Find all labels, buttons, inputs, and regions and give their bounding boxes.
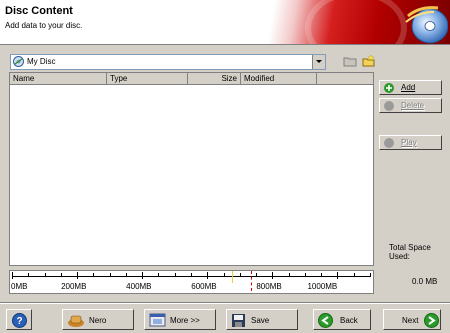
meter-major-tick [272, 272, 274, 279]
nero-icon [68, 315, 84, 327]
floppy-disk-icon [232, 314, 245, 327]
meter-minor-tick [191, 273, 192, 277]
add-label: Add [401, 83, 416, 92]
page-subtitle: Add data to your disc. [5, 21, 83, 30]
help-glyph: ? [16, 316, 22, 327]
meter-minor-tick [304, 273, 306, 277]
next-button[interactable]: Next [383, 309, 441, 330]
disc-logo-icon [405, 6, 448, 44]
add-button[interactable]: Add [379, 80, 442, 95]
delete-label: Delete [401, 101, 425, 110]
nero-button[interactable]: Nero [62, 309, 134, 330]
meter-minor-tick [93, 273, 95, 277]
delete-button[interactable]: Delete [379, 98, 442, 113]
meter-minor-tick [125, 273, 127, 277]
meter-tick-label: 600MB [191, 282, 217, 291]
meter-minor-tick [353, 273, 355, 277]
meter-tick-label: 0MB [11, 282, 28, 291]
meter-minor-tick [28, 273, 30, 277]
meter-major-tick [77, 272, 79, 279]
meter-major-tick [142, 272, 144, 279]
meter-minor-tick [60, 273, 62, 277]
play-label: Play [401, 138, 417, 147]
save-button[interactable]: Save [226, 309, 298, 330]
location-dropdown-button[interactable] [312, 55, 325, 69]
save-label: Save [251, 316, 270, 325]
column-modified[interactable]: Modified [241, 73, 317, 84]
help-icon: ? [12, 313, 27, 328]
banner-swirl [305, 0, 407, 44]
meter-major-tick [207, 272, 209, 279]
meter-marker-warning [232, 271, 233, 283]
back-arrow-icon [318, 313, 333, 328]
next-arrow-icon [424, 313, 439, 328]
meter-minor-tick [288, 273, 290, 277]
location-dropdown[interactable]: My Disc [10, 54, 326, 70]
nero-label: Nero [89, 316, 107, 325]
page-title: Disc Content [5, 5, 73, 17]
disc-drive-icon [13, 56, 24, 67]
minus-icon [384, 101, 394, 111]
folder-up-icon[interactable] [343, 54, 357, 68]
meter-tick-label: 200MB [61, 282, 87, 291]
wizard-header: Disc Content Add data to your disc. [0, 0, 450, 44]
new-folder-icon[interactable] [362, 54, 376, 68]
meter-minor-tick [174, 273, 176, 277]
meter-tick-label: 800MB [256, 282, 282, 291]
list-header: Name Type Size Modified [10, 73, 373, 85]
meter-minor-tick [109, 273, 111, 277]
more-label: More >> [170, 316, 200, 325]
meter-minor-tick [223, 273, 225, 277]
footer-separator-highlight [0, 303, 450, 304]
meter-minor-tick [44, 273, 46, 277]
capacity-meter: 0MB 200MB 400MB 600MB 800MB 1000MB [9, 270, 374, 294]
meter-minor-tick [370, 273, 371, 277]
location-value: My Disc [27, 57, 56, 66]
plus-icon [384, 83, 394, 93]
meter-minor-tick [256, 273, 258, 277]
meter-tick-label: 400MB [126, 282, 152, 291]
meter-minor-tick [321, 273, 323, 277]
play-icon [384, 138, 394, 148]
meter-minor-tick [158, 273, 160, 277]
total-space-label: Total Space Used: [389, 243, 431, 261]
back-label: Back [340, 316, 358, 325]
total-space-value: 0.0 MB [412, 277, 438, 286]
back-button[interactable]: Back [313, 309, 371, 330]
column-type[interactable]: Type [107, 73, 188, 84]
help-button[interactable]: ? [6, 309, 32, 330]
meter-marker-limit [251, 271, 252, 291]
meter-tick-label: 1000MB [307, 282, 338, 291]
meter-major-tick [12, 272, 13, 279]
column-name[interactable]: Name [10, 73, 107, 84]
more-options-icon [149, 313, 166, 327]
column-size[interactable]: Size [188, 73, 241, 84]
meter-major-tick [337, 272, 339, 279]
more-button[interactable]: More >> [144, 309, 216, 330]
play-button[interactable]: Play [379, 135, 442, 150]
chevron-down-icon [316, 60, 322, 63]
next-label: Next [402, 316, 419, 325]
disc-content-list[interactable]: Name Type Size Modified [9, 72, 374, 266]
meter-minor-tick [239, 273, 241, 277]
